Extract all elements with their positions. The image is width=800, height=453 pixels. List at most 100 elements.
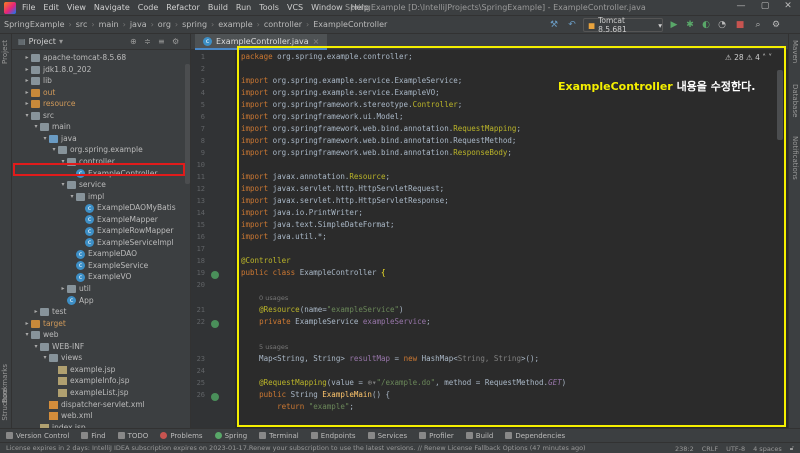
expand-icon[interactable]: ≡: [158, 37, 165, 46]
breadcrumb-spring[interactable]: spring: [182, 20, 207, 29]
tree-expander-icon[interactable]: ▾: [23, 329, 31, 341]
tree-expander-icon[interactable]: ▸: [23, 87, 31, 99]
tool-find[interactable]: Find: [81, 432, 106, 440]
tree-item[interactable]: ▾ src: [23, 110, 54, 122]
menu-file[interactable]: File: [22, 3, 35, 12]
menu-refactor[interactable]: Refactor: [166, 3, 200, 12]
search-icon[interactable]: ⌕: [752, 19, 764, 31]
gear-icon[interactable]: ⚙: [172, 37, 179, 46]
project-tool-tab[interactable]: Project: [1, 40, 9, 64]
tree-item[interactable]: web.xml: [41, 410, 93, 422]
indent-setting[interactable]: 4 spaces: [753, 445, 782, 453]
tree-item[interactable]: ▸ lib: [23, 75, 52, 87]
menu-navigate[interactable]: Navigate: [94, 3, 130, 12]
tree-item[interactable]: ▸ apache-tomcat-8.5.68: [23, 52, 126, 64]
menu-run[interactable]: Run: [236, 3, 251, 12]
breadcrumb-java[interactable]: java: [130, 20, 147, 29]
tree-item[interactable]: c ExampleDAO: [68, 248, 137, 260]
tool-problems[interactable]: Problems: [160, 432, 203, 440]
tree-item[interactable]: ▸ util: [59, 283, 91, 295]
line-separator[interactable]: CRLF: [702, 445, 718, 453]
minimize-button[interactable]: —: [730, 1, 752, 14]
tree-item[interactable]: ▸ test: [32, 306, 66, 318]
tree-item[interactable]: ▾ impl: [68, 191, 104, 203]
collapse-icon[interactable]: ≑: [144, 37, 151, 46]
breadcrumb-controller[interactable]: controller: [264, 20, 302, 29]
lock-icon[interactable]: 🔓︎: [790, 444, 794, 453]
project-panel-title[interactable]: Project: [29, 37, 56, 46]
back-arrow-icon[interactable]: ↶: [566, 19, 578, 31]
hammer-icon[interactable]: ⚒: [548, 19, 560, 31]
menu-vcs[interactable]: VCS: [287, 3, 303, 12]
class-gutter-icon[interactable]: [211, 271, 219, 279]
maximize-button[interactable]: ▢: [754, 1, 776, 14]
tool-spring[interactable]: Spring: [214, 432, 247, 440]
breadcrumb-example[interactable]: example: [218, 20, 252, 29]
tree-expander-icon[interactable]: ▸: [32, 306, 40, 318]
tree-item[interactable]: example.jsp: [50, 364, 115, 376]
caret-position[interactable]: 238:2: [675, 445, 694, 453]
breadcrumb-examplecontroller[interactable]: ExampleController: [313, 20, 387, 29]
tool-dependencies[interactable]: Dependencies: [505, 432, 565, 440]
close-icon[interactable]: ×: [313, 37, 320, 46]
database-tool-tab[interactable]: Database: [791, 84, 799, 117]
tree-item[interactable]: ▾ java: [41, 133, 77, 145]
maven-tool-tab[interactable]: Maven: [791, 40, 799, 63]
breadcrumb-org[interactable]: org: [158, 20, 171, 29]
tree-item[interactable]: c ExampleVO: [68, 271, 131, 283]
inspection-widget[interactable]: ⚠ 28 ⚠ 4 ˄ ˅: [725, 53, 772, 62]
run-configuration-dropdown[interactable]: ■ Tomcat 8.5.681 ▾: [583, 16, 663, 34]
tree-expander-icon[interactable]: ▾: [59, 179, 67, 191]
tree-expander-icon[interactable]: ▾: [32, 121, 40, 133]
tree-expander-icon[interactable]: ▾: [68, 191, 76, 203]
project-scrollbar[interactable]: [185, 64, 190, 184]
file-encoding[interactable]: UTF-8: [726, 445, 745, 453]
debug-icon[interactable]: ✱: [684, 19, 696, 31]
tree-item[interactable]: c App: [59, 295, 94, 307]
tree-expander-icon[interactable]: ▸: [23, 64, 31, 76]
tree-item[interactable]: exampleInfo.jsp: [50, 375, 129, 387]
menu-build[interactable]: Build: [208, 3, 228, 12]
tree-item[interactable]: ▸ target: [23, 318, 66, 330]
menu-view[interactable]: View: [67, 3, 86, 12]
tool-profiler[interactable]: Profiler: [419, 432, 454, 440]
tree-item[interactable]: ▾ main: [32, 121, 71, 133]
tree-item[interactable]: ▾ service: [59, 179, 106, 191]
tree-item[interactable]: c ExampleMapper: [77, 214, 158, 226]
tree-expander-icon[interactable]: ▸: [23, 98, 31, 110]
notifications-tool-tab[interactable]: Notifications: [791, 136, 799, 180]
structure-tool-tab[interactable]: Structure: [1, 388, 9, 421]
tool-endpoints[interactable]: Endpoints: [310, 432, 356, 440]
tree-item[interactable]: dispatcher-servlet.xml: [41, 399, 145, 411]
profiler-icon[interactable]: ◔: [716, 19, 728, 31]
tree-expander-icon[interactable]: ▸: [59, 283, 67, 295]
tree-item[interactable]: ▾ org.spring.example: [50, 144, 143, 156]
tree-item[interactable]: ▸ out: [23, 87, 55, 99]
settings-icon[interactable]: ⚙: [770, 19, 782, 31]
status-message[interactable]: License expires in 2 days: IntelliJ IDEA…: [6, 444, 586, 452]
bean-gutter-icon[interactable]: [211, 320, 219, 328]
tool-build[interactable]: Build: [465, 432, 493, 440]
tool-terminal[interactable]: Terminal: [259, 432, 299, 440]
menu-window[interactable]: Window: [311, 3, 343, 12]
tool-version-control[interactable]: Version Control: [6, 432, 69, 440]
tree-item[interactable]: c ExampleService: [68, 260, 148, 272]
tree-item[interactable]: ▸ resource: [23, 98, 75, 110]
stop-icon[interactable]: ■: [734, 19, 746, 31]
chevron-down-icon[interactable]: ▾: [59, 37, 63, 46]
breadcrumb-main[interactable]: main: [99, 20, 119, 29]
menu-edit[interactable]: Edit: [43, 3, 59, 12]
tree-item[interactable]: ▾ WEB-INF: [32, 341, 84, 353]
tree-expander-icon[interactable]: ▸: [23, 75, 31, 87]
tree-item[interactable]: c ExampleServiceImpl: [77, 237, 174, 249]
close-button[interactable]: ✕: [777, 1, 799, 14]
tree-expander-icon[interactable]: ▸: [23, 318, 31, 330]
tree-item[interactable]: ▾ web: [23, 329, 59, 341]
tree-item[interactable]: c ExampleDAOMyBatis: [77, 202, 176, 214]
tool-services[interactable]: Services: [367, 432, 407, 440]
tree-item[interactable]: exampleList.jsp: [50, 387, 129, 399]
breadcrumb-src[interactable]: src: [76, 20, 88, 29]
run-icon[interactable]: ▶: [668, 19, 680, 31]
locate-icon[interactable]: ⊕: [130, 37, 137, 46]
request-mapping-gutter-icon[interactable]: [211, 393, 219, 401]
